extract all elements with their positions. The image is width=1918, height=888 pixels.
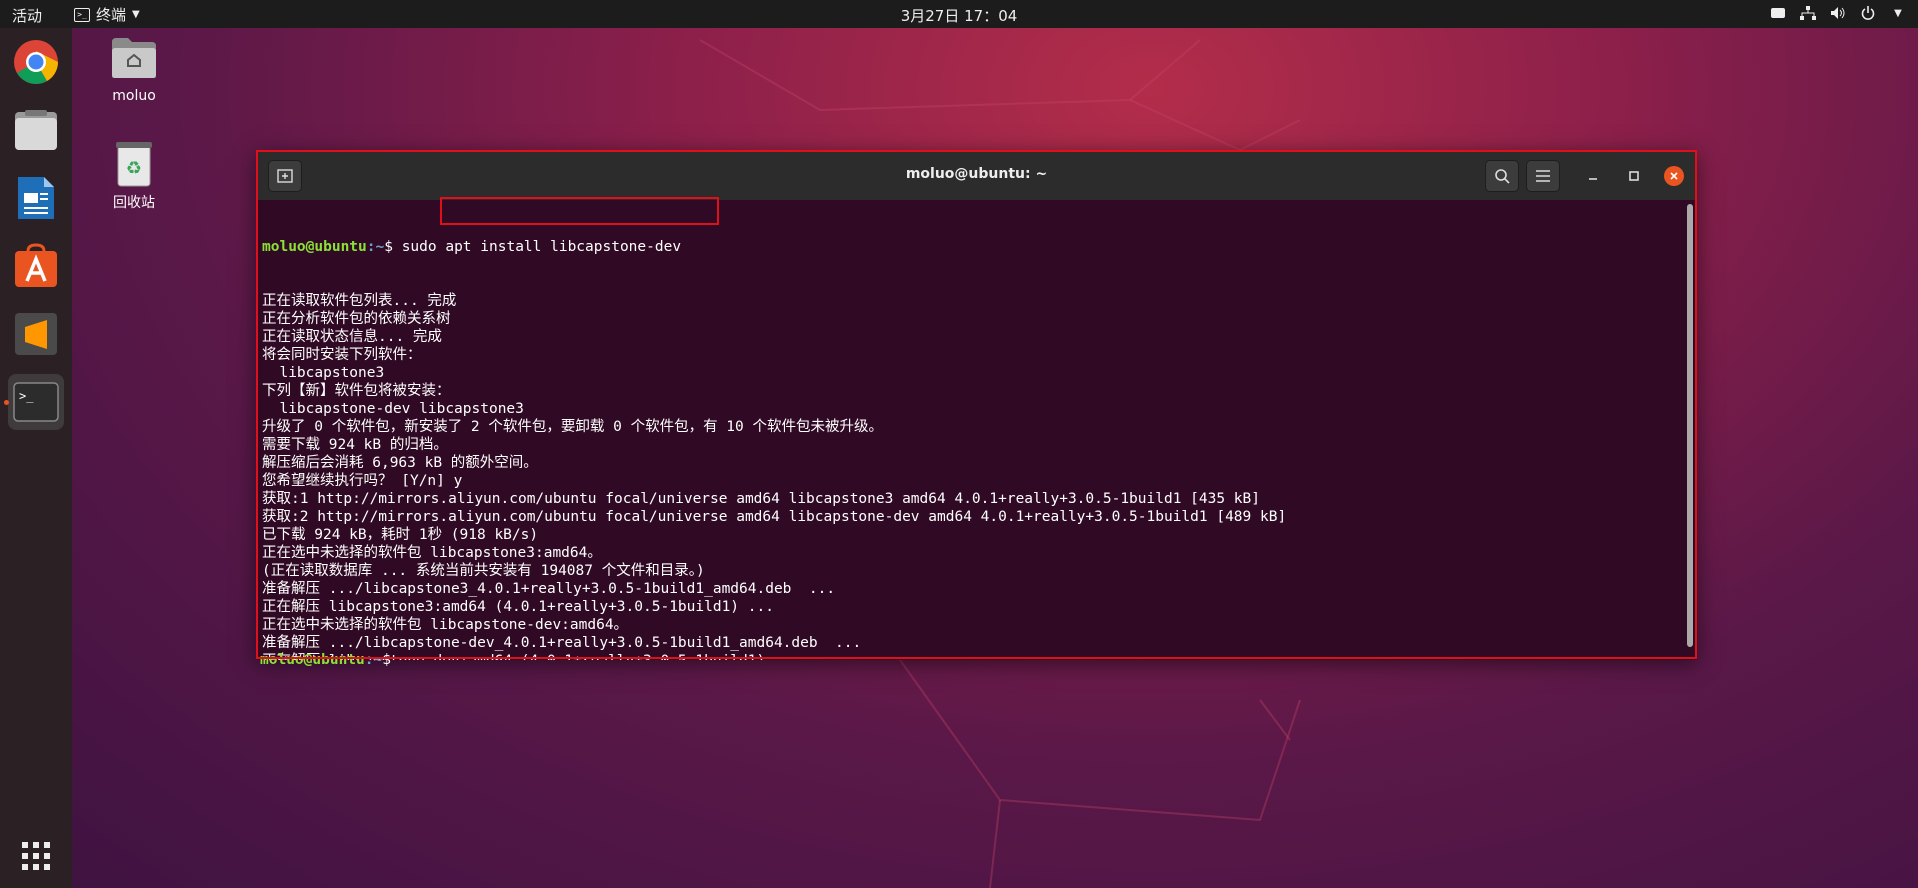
app-menu[interactable]: >_ 终端 ▼ (74, 4, 140, 25)
terminal-icon[interactable]: >_ (8, 374, 64, 430)
output-line: (正在读取数据库 ... 系统当前共安装有 194087 个文件和目录。) (262, 563, 705, 579)
chevron-down-icon[interactable]: ▼ (1890, 5, 1906, 21)
output-line: 正在读取软件包列表... 完成 (262, 293, 457, 309)
output-line: 您希望继续执行吗？ [Y/n] y (262, 473, 463, 489)
chrome-icon[interactable] (8, 34, 64, 90)
terminal-small-icon: >_ (74, 7, 90, 22)
prompt-user: moluo@ubuntu (262, 239, 367, 255)
sublime-icon[interactable] (8, 306, 64, 362)
desktop-trash[interactable]: ♻ 回收站 (89, 140, 179, 212)
system-tray[interactable]: ▼ (1770, 5, 1906, 21)
output-line: 获取:1 http://mirrors.aliyun.com/ubuntu fo… (262, 491, 1261, 507)
command-line: moluo@ubuntu:~$ sudo apt install libcaps… (262, 238, 1683, 256)
svg-text:>_: >_ (19, 389, 34, 403)
command-text: sudo apt install libcapstone-dev (401, 239, 682, 255)
output-line: 下列【新】软件包将被安装： (262, 383, 451, 399)
output-line: 升级了 0 个软件包，新安装了 2 个软件包，要卸载 0 个软件包，有 10 个… (262, 419, 883, 435)
activities-button[interactable]: 活动 (12, 5, 42, 26)
prompt-symbol: $ (384, 239, 402, 255)
terminal-scrollbar[interactable] (1687, 204, 1693, 647)
terminal-window[interactable]: moluo@ubuntu: ~ moluo@ubuntu:~$ sudo apt… (256, 150, 1697, 660)
terminal-output[interactable]: moluo@ubuntu:~$ sudo apt install libcaps… (260, 202, 1683, 660)
files-icon[interactable] (8, 102, 64, 158)
output-line: libcapstone-dev libcapstone3 (262, 401, 524, 417)
minimize-button[interactable] (1583, 166, 1603, 186)
dock: >_ (0, 28, 72, 888)
output-line: 将会同时安装下列软件： (262, 347, 422, 363)
chevron-down-icon: ▼ (132, 9, 140, 20)
desktop-home-folder[interactable]: moluo (89, 36, 179, 104)
output-line: 准备解压 .../libcapstone-dev_4.0.1+really+3.… (262, 635, 862, 651)
output-line: 正在选中未选择的软件包 libcapstone3:amd64。 (262, 545, 602, 561)
network-icon[interactable] (1800, 5, 1816, 21)
clock[interactable]: 3月27日 17：04 (901, 7, 1018, 25)
output-line: 正在分析软件包的依赖关系树 (262, 311, 451, 327)
output-line: 正在读取状态信息... 完成 (262, 329, 442, 345)
output-line: 需要下载 924 kB 的归档。 (262, 437, 448, 453)
software-icon[interactable] (8, 238, 64, 294)
output-line: 获取:2 http://mirrors.aliyun.com/ubuntu fo… (262, 509, 1287, 525)
writer-icon[interactable] (8, 170, 64, 226)
output-line: 已下载 924 kB，耗时 1秒 (918 kB/s) (262, 527, 539, 543)
output-line: 准备解压 .../libcapstone3_4.0.1+really+3.0.5… (262, 581, 836, 597)
app-menu-label: 终端 (96, 6, 127, 24)
power-icon[interactable] (1860, 5, 1876, 21)
top-bar: 活动 >_ 终端 ▼ 3月27日 17：04 ▼ (0, 0, 1918, 28)
close-button[interactable] (1664, 166, 1684, 186)
terminal-header-bar[interactable]: moluo@ubuntu: ~ (256, 150, 1697, 200)
prompt-user: moluo@ubuntu (260, 652, 365, 668)
trash-icon: ♻ (110, 140, 158, 188)
output-line: libcapstone3 (262, 365, 385, 381)
search-button[interactable] (1485, 160, 1519, 192)
terminal-title: moluo@ubuntu: ~ (905, 166, 1048, 182)
home-folder-label: moluo (112, 88, 156, 104)
trash-label: 回收站 (113, 195, 155, 211)
maximize-button[interactable] (1624, 166, 1644, 186)
trailing-prompt: moluo@ubuntu:~$ (260, 651, 400, 669)
prompt-path: :~ (366, 239, 385, 255)
output-line: 正在解压 libcapstone-dev:amd64 (4.0.1+really… (262, 652, 1683, 660)
volume-icon[interactable] (1830, 5, 1846, 21)
running-indicator (4, 400, 9, 405)
home-folder-icon (110, 36, 158, 84)
show-apps-icon[interactable] (8, 828, 64, 884)
output-line: 解压缩后会消耗 6,963 kB 的额外空间。 (262, 455, 538, 471)
output-line: 正在解压 libcapstone3:amd64 (4.0.1+really+3.… (262, 599, 774, 615)
prompt-symbol: $ (382, 652, 400, 668)
prompt-path: :~ (364, 652, 383, 668)
output-line: 正在选中未选择的软件包 libcapstone-dev:amd64。 (262, 617, 629, 633)
svg-text:♻: ♻ (126, 158, 142, 179)
keyboard-icon[interactable] (1770, 5, 1786, 21)
hamburger-menu-button[interactable] (1526, 160, 1560, 192)
